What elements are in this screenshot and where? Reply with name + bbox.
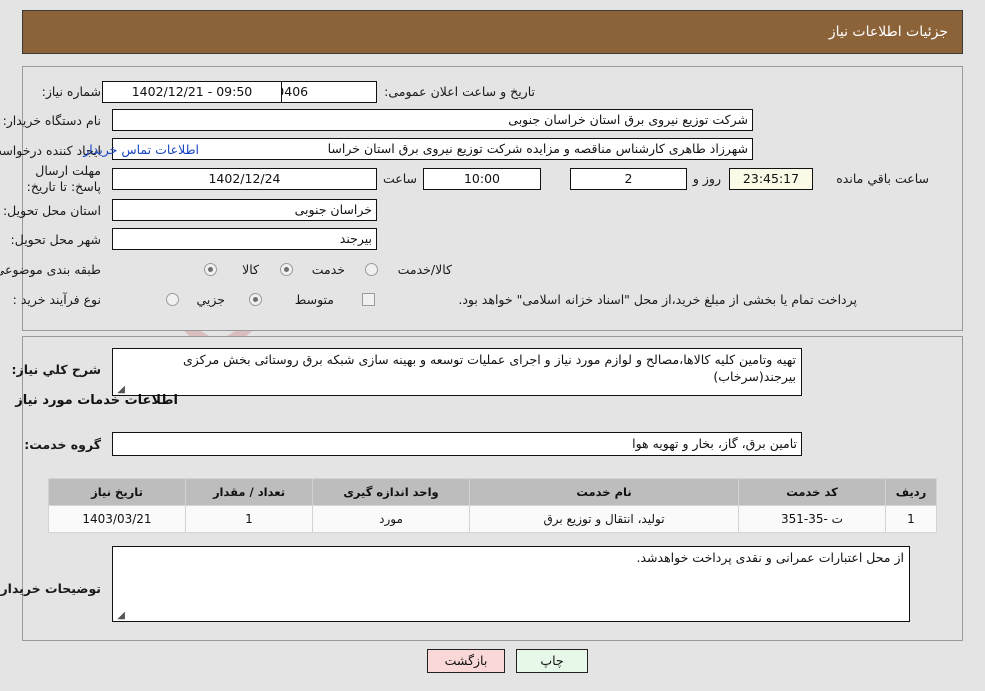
countdown-value: 23:45:17 xyxy=(729,168,813,190)
radio-category-khedmat[interactable] xyxy=(280,263,293,276)
table-header-row: ردیف کد خدمت نام خدمت واحد اندازه گیری ت… xyxy=(48,478,937,506)
print-button[interactable]: چاپ xyxy=(516,649,588,673)
process-option-label-1: متوسط xyxy=(294,292,334,307)
buyer-org-label: نام دستگاه خریدار: xyxy=(2,113,101,128)
cell-unit: مورد xyxy=(312,505,470,533)
need-desc-label: شرح كلي نياز: xyxy=(11,362,101,377)
page-title: جزئیات اطلاعات نیاز xyxy=(828,24,948,40)
deadline-time-value: 10:00 xyxy=(423,168,541,190)
process-label: نوع فرآیند خرید : xyxy=(12,292,101,307)
need-desc-textarea[interactable]: تهیه وتامین کلیه کالاها،مصالح و لوازم مو… xyxy=(112,348,802,396)
th-quantity: تعداد / مقدار xyxy=(185,478,313,506)
table-row: 1 ت -35-351 تولید، انتقال و توزیع برق مو… xyxy=(48,505,937,533)
radio-category-kala[interactable] xyxy=(204,263,217,276)
cell-row-no: 1 xyxy=(885,505,937,533)
public-announce-label: تاریخ و ساعت اعلان عمومی: xyxy=(384,84,535,99)
back-button[interactable]: بازگشت xyxy=(427,649,505,673)
remaining-label: ساعت باقي مانده xyxy=(836,171,929,186)
resize-grip-icon[interactable]: ◢ xyxy=(115,611,125,621)
category-label: طبقه بندی موضوعی: xyxy=(0,262,101,277)
need-number-label: شماره نیاز: xyxy=(41,84,101,99)
th-service-code: کد خدمت xyxy=(738,478,886,506)
city-value: بیرجند xyxy=(112,228,377,250)
days-label: روز و xyxy=(692,171,721,186)
deadline-date-value: 1402/12/24 xyxy=(112,168,377,190)
radio-process-jozii[interactable] xyxy=(166,293,179,306)
cell-quantity: 1 xyxy=(185,505,313,533)
buyer-notes-textarea[interactable]: از محل اعتبارات عمرانی و نقدی پرداخت خوا… xyxy=(112,546,910,622)
header-bar: جزئیات اطلاعات نیاز xyxy=(22,10,963,54)
category-option-label-1: خدمت xyxy=(311,262,345,277)
service-group-value: تامین برق، گاز، بخار و تهویه هوا xyxy=(112,432,802,456)
buyer-org-value: شرکت توزیع نیروی برق استان خراسان جنوبی xyxy=(112,109,753,131)
deadline-label: مهلت ارسال پاسخ: تا تاریخ: xyxy=(26,163,101,194)
cell-service-name: تولید، انتقال و توزیع برق xyxy=(469,505,739,533)
city-label: شهر محل تحویل: xyxy=(10,232,101,247)
th-need-date: تاریخ نیاز xyxy=(48,478,186,506)
services-table: ردیف کد خدمت نام خدمت واحد اندازه گیری ت… xyxy=(48,478,937,533)
services-section-title: اطلاعات خدمات مورد نیاز xyxy=(15,393,178,408)
buyer-notes-value: از محل اعتبارات عمرانی و نقدی پرداخت خوا… xyxy=(636,550,905,565)
buyer-contact-link[interactable]: اطلاعات تماس خریدار xyxy=(83,142,199,158)
cell-service-code: ت -35-351 xyxy=(738,505,886,533)
th-row-no: ردیف xyxy=(885,478,937,506)
radio-process-motevasset[interactable] xyxy=(249,293,262,306)
public-announce-value: 09:50 - 1402/12/21 xyxy=(102,81,282,103)
radio-category-kala-khedmat[interactable] xyxy=(365,263,378,276)
category-option-label-2: کالا/خدمت xyxy=(397,262,452,277)
process-option-label-0: جزیي xyxy=(196,292,225,307)
page-root: AriaTender.net جزئیات اطلاعات نیاز شماره… xyxy=(0,0,985,691)
treasury-checkbox[interactable] xyxy=(362,293,375,306)
province-label: استان محل تحویل: xyxy=(2,203,101,218)
province-value: خراسان جنوبی xyxy=(112,199,377,221)
category-option-label-0: کالا xyxy=(242,262,259,277)
requester-value: شهرزاد طاهری کارشناس مناقصه و مزایده شرک… xyxy=(112,138,753,160)
service-group-label: گروه خدمت: xyxy=(24,437,101,452)
days-value: 2 xyxy=(570,168,687,190)
need-desc-value: تهیه وتامین کلیه کالاها،مصالح و لوازم مو… xyxy=(182,352,796,384)
treasury-text: پرداخت تمام یا بخشی از مبلغ خرید،از محل … xyxy=(458,292,857,307)
buyer-notes-label: توضیحات خریدار: xyxy=(0,581,101,596)
th-unit: واحد اندازه گیری xyxy=(312,478,470,506)
th-service-name: نام خدمت xyxy=(469,478,739,506)
cell-need-date: 1403/03/21 xyxy=(48,505,186,533)
hour-label: ساعت xyxy=(382,171,417,186)
